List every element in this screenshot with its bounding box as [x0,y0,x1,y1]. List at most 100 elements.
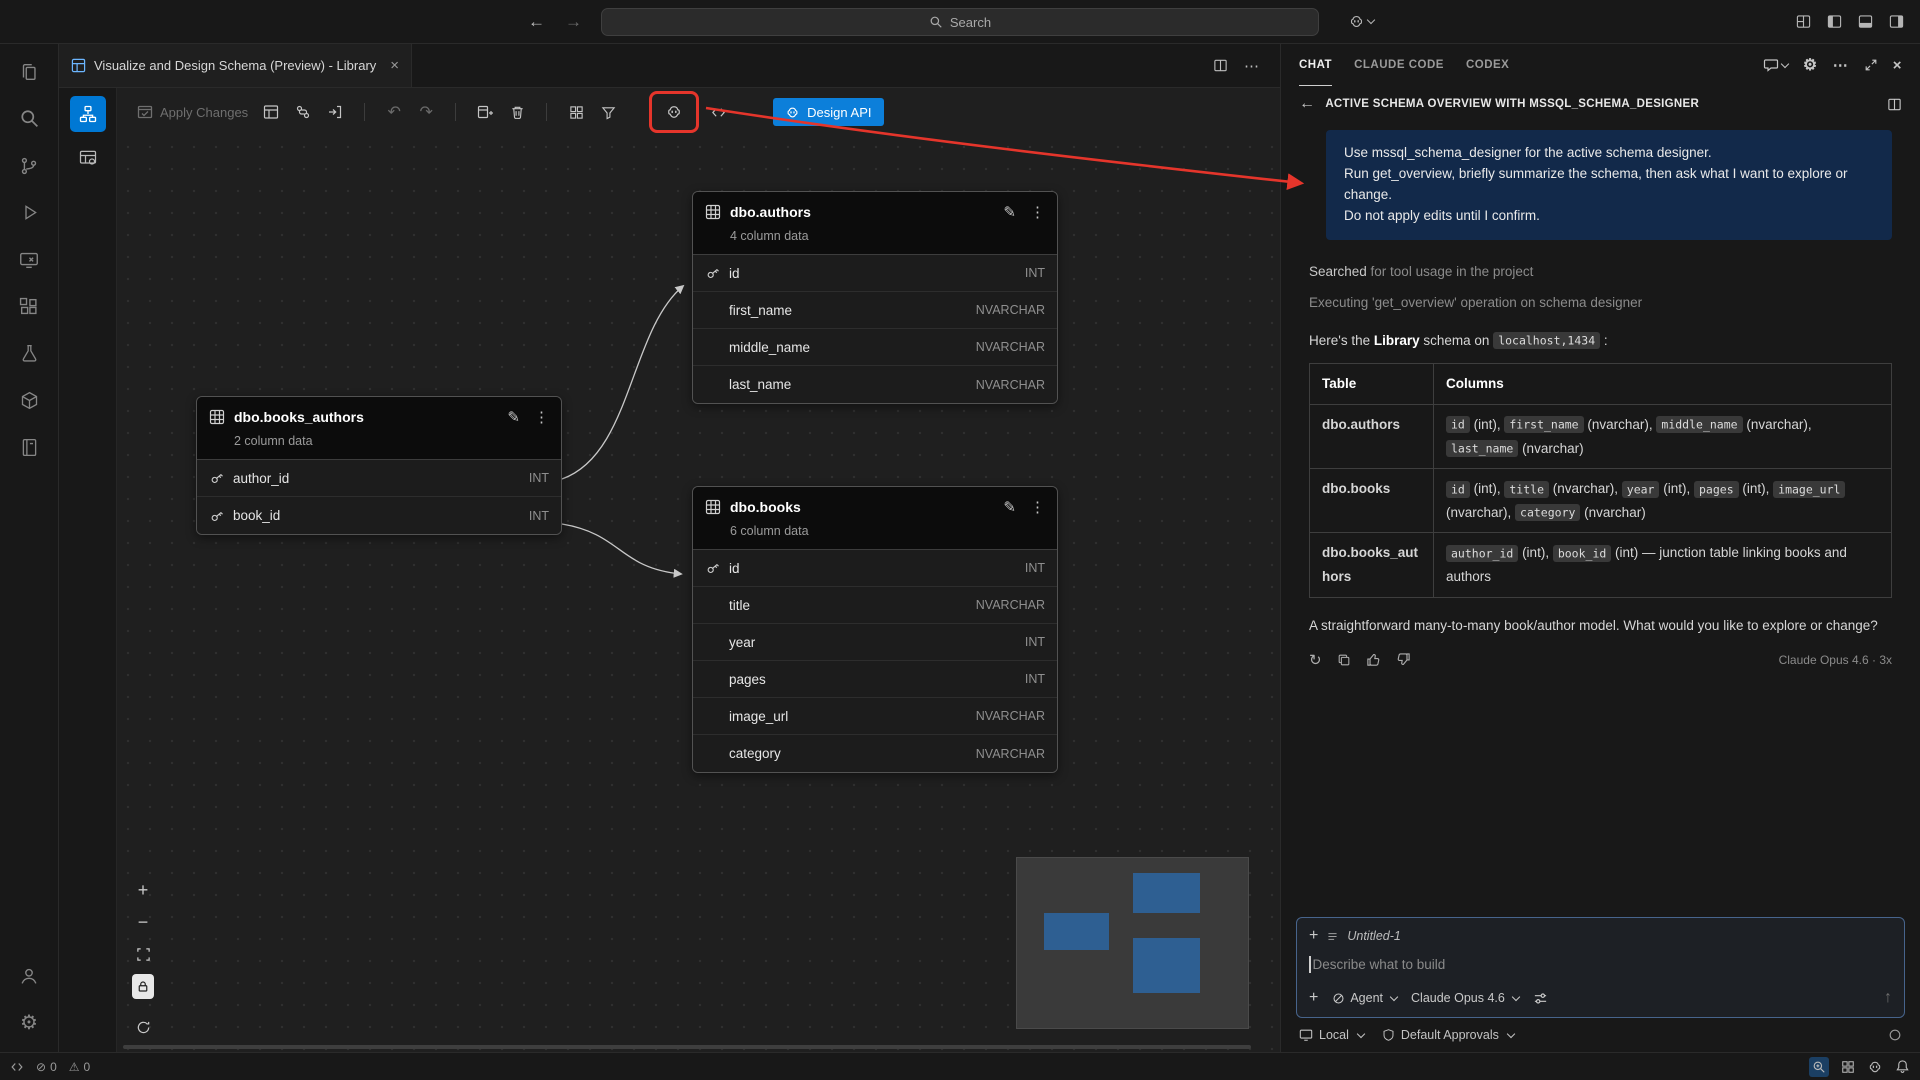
approvals-picker[interactable]: Default Approvals [1382,1028,1514,1042]
column-row[interactable]: idINT [693,255,1057,292]
extensions-icon[interactable] [5,283,53,330]
editor-tab[interactable]: Visualize and Design Schema (Preview) - … [59,44,412,87]
zoom-in-button[interactable]: + [131,878,155,902]
compare-schema-icon[interactable] [288,97,318,127]
refresh-layout-icon[interactable] [131,1015,155,1039]
close-panel-icon[interactable]: × [1893,57,1902,74]
design-api-button[interactable]: Design API [773,98,883,126]
thumbs-down-icon[interactable] [1396,652,1411,667]
search-input[interactable]: Search [601,8,1319,36]
table-menu-icon[interactable]: ⋮ [1030,203,1045,221]
copilot-menu-button[interactable] [1348,13,1374,30]
schema-table-card[interactable]: dbo.books✎⋮6 column dataidINTtitleNVARCH… [692,486,1058,773]
column-row[interactable]: yearINT [693,624,1057,661]
mode-picker[interactable]: Agent [1332,991,1397,1005]
minimap[interactable] [1016,857,1249,1029]
run-debug-icon[interactable] [5,189,53,236]
copy-icon[interactable] [1337,653,1351,667]
toggle-secondary-sidebar-icon[interactable] [1889,14,1904,29]
target-picker[interactable]: Local [1299,1028,1364,1042]
column-row[interactable]: book_idINT [197,497,561,534]
chat-input[interactable]: + Untitled-1 Describe what to build + Ag… [1296,917,1905,1018]
schema-table-card[interactable]: dbo.authors✎⋮4 column dataidINTfirst_nam… [692,191,1058,404]
redo-icon[interactable]: ↷ [411,97,441,127]
delete-table-icon[interactable] [502,97,532,127]
close-tab-icon[interactable]: × [390,57,399,74]
auto-arrange-icon[interactable] [561,97,591,127]
layout-status-icon[interactable] [1841,1060,1855,1074]
customize-layout-icon[interactable] [1796,14,1811,29]
schema-diagram-view-button[interactable] [70,96,106,132]
remote-indicator-icon[interactable] [10,1060,24,1074]
schema-canvas[interactable]: dbo.books_authors✎⋮2 column dataauthor_i… [117,136,1280,1052]
fit-to-screen-icon[interactable] [131,942,155,966]
source-control-icon[interactable] [5,142,53,189]
add-context-icon[interactable]: + [1309,927,1318,945]
edit-table-icon[interactable]: ✎ [1003,203,1016,221]
tab-claude-code[interactable]: CLAUDE CODE [1354,44,1444,86]
export-diagram-icon[interactable] [320,97,350,127]
nav-forward-icon[interactable]: → [565,12,582,32]
add-table-icon[interactable] [470,97,500,127]
lock-icon[interactable] [132,974,154,999]
notebooks-icon[interactable] [5,424,53,471]
copilot-button[interactable] [659,97,689,127]
remote-explorer-icon[interactable] [5,236,53,283]
back-icon[interactable]: ← [1299,95,1315,113]
column-row[interactable]: titleNVARCHAR [693,587,1057,624]
column-row[interactable]: first_nameNVARCHAR [693,292,1057,329]
horizontal-scrollbar[interactable] [117,1045,1280,1051]
editor-more-actions-icon[interactable]: ⋯ [1244,57,1260,75]
undo-icon[interactable]: ↶ [379,97,409,127]
filter-icon[interactable] [593,97,623,127]
maximize-panel-icon[interactable] [1864,58,1878,72]
toggle-primary-sidebar-icon[interactable] [1827,14,1842,29]
database-projects-icon[interactable] [5,377,53,424]
chat-more-actions-icon[interactable]: ⋯ [1833,56,1849,74]
open-session-in-editor-icon[interactable] [1887,97,1902,112]
column-row[interactable]: author_idINT [197,460,561,497]
column-row[interactable]: pagesINT [693,661,1057,698]
table-definition-view-button[interactable] [70,140,106,176]
regenerate-icon[interactable]: ↻ [1309,651,1322,669]
zoom-status-icon[interactable] [1809,1057,1829,1077]
zoom-out-button[interactable]: − [131,910,155,934]
explorer-icon[interactable] [5,48,53,95]
column-row[interactable]: idINT [693,550,1057,587]
split-editor-icon[interactable] [1213,58,1228,73]
settings-gear-icon[interactable]: ⚙ [5,999,53,1046]
column-row[interactable]: last_nameNVARCHAR [693,366,1057,403]
search-view-icon[interactable] [5,95,53,142]
chat-settings-gear-icon[interactable]: ⚙ [1803,55,1818,75]
testing-icon[interactable] [5,330,53,377]
attach-icon[interactable]: + [1309,989,1318,1007]
tab-chat[interactable]: CHAT [1299,44,1332,86]
thumbs-up-icon[interactable] [1366,652,1381,667]
chat-history-view[interactable]: Use mssql_schema_designer for the active… [1281,118,1920,907]
table-menu-icon[interactable]: ⋮ [1030,498,1045,516]
tab-codex[interactable]: CODEX [1466,44,1509,86]
toggle-panel-icon[interactable] [1858,14,1873,29]
view-code-icon[interactable] [703,97,733,127]
apply-changes-button[interactable]: Apply Changes [129,97,256,127]
column-row[interactable]: categoryNVARCHAR [693,735,1057,772]
schema-table-card[interactable]: dbo.books_authors✎⋮2 column dataauthor_i… [196,396,562,535]
table-menu-icon[interactable]: ⋮ [534,408,549,426]
edit-table-icon[interactable]: ✎ [1003,498,1016,516]
chat-input-field[interactable]: Describe what to build [1309,956,1892,973]
chat-history-icon[interactable] [1763,57,1788,73]
column-row[interactable]: middle_nameNVARCHAR [693,329,1057,366]
open-table-icon[interactable] [256,97,286,127]
column-row[interactable]: image_urlNVARCHAR [693,698,1057,735]
account-icon[interactable] [5,952,53,999]
notifications-bell-icon[interactable] [1895,1059,1910,1074]
context-chip[interactable]: Untitled-1 [1347,929,1401,943]
copilot-status-icon[interactable] [1867,1059,1883,1075]
nav-back-icon[interactable]: ← [528,12,545,32]
send-button[interactable]: ↑ [1884,989,1892,1007]
edit-table-icon[interactable]: ✎ [507,408,520,426]
tools-sliders-icon[interactable] [1533,991,1548,1006]
problems-errors[interactable]: ⊘ 0 [36,1060,57,1074]
problems-warnings[interactable]: ⚠ 0 [69,1060,90,1074]
model-picker[interactable]: Claude Opus 4.6 [1411,991,1519,1005]
